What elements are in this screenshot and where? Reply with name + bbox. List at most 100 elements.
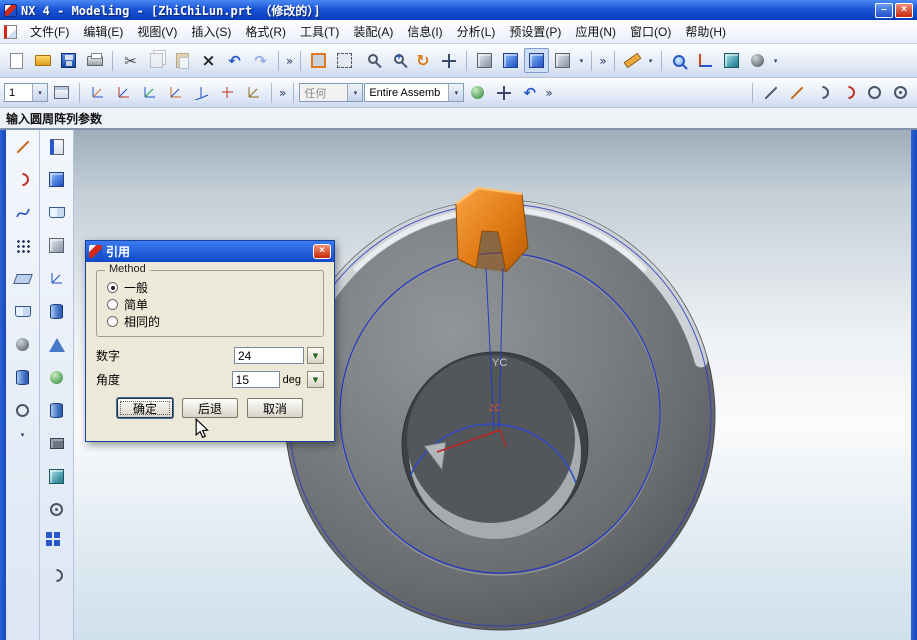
cylinder-feature-icon[interactable] bbox=[44, 299, 69, 324]
wcs-rotate-icon[interactable] bbox=[137, 80, 162, 105]
menu-file[interactable]: 文件(F) bbox=[23, 20, 76, 43]
polyline-draw-icon[interactable] bbox=[784, 80, 809, 105]
work-layer-combo[interactable]: 1▾ bbox=[4, 83, 48, 102]
menu-information[interactable]: 信息(I) bbox=[400, 20, 449, 43]
dialog-close-button[interactable]: × bbox=[313, 244, 331, 259]
delete-icon[interactable]: × bbox=[196, 48, 221, 73]
save-icon[interactable] bbox=[56, 48, 81, 73]
select-all-icon[interactable] bbox=[491, 80, 516, 105]
arc-draw-icon[interactable] bbox=[810, 80, 835, 105]
title-bar[interactable]: NX 4 - Modeling - [ZhiChiLun.prt （修改的）] … bbox=[0, 0, 917, 20]
menu-insert[interactable]: 插入(S) bbox=[184, 20, 238, 43]
fillet-draw-icon[interactable] bbox=[836, 80, 861, 105]
sphere-tool-icon[interactable] bbox=[10, 332, 35, 357]
line-tool-icon[interactable] bbox=[10, 134, 35, 159]
copy-icon[interactable] bbox=[144, 48, 169, 73]
method-option-general[interactable]: 一般 bbox=[107, 279, 313, 296]
hole-tool-icon[interactable] bbox=[10, 398, 35, 423]
ok-button[interactable]: 确定 bbox=[117, 398, 173, 418]
paste-icon[interactable] bbox=[170, 48, 195, 73]
wireframe-view-icon[interactable] bbox=[472, 48, 497, 73]
dialog-title-bar[interactable]: 引用 × bbox=[86, 241, 334, 262]
menu-edit[interactable]: 编辑(E) bbox=[76, 20, 130, 43]
circle-draw-icon[interactable] bbox=[862, 80, 887, 105]
pad-feature-icon[interactable] bbox=[44, 464, 69, 489]
angle-spin-button[interactable]: ▼ bbox=[307, 371, 324, 388]
extrude-icon[interactable] bbox=[44, 167, 69, 192]
method-option-simple[interactable]: 简单 bbox=[107, 296, 313, 313]
arc-tool-icon[interactable] bbox=[10, 167, 35, 192]
toolbar-overflow-icon[interactable]: » bbox=[284, 54, 295, 68]
line-draw-icon[interactable] bbox=[758, 80, 783, 105]
selection-filter-dropdown[interactable]: 任何▾ bbox=[299, 83, 363, 102]
menu-help[interactable]: 帮助(H) bbox=[678, 20, 733, 43]
cylinder-tool-icon[interactable] bbox=[10, 365, 35, 390]
sphere-feature-icon[interactable] bbox=[44, 365, 69, 390]
render-dropdown-arrow[interactable]: ▾ bbox=[771, 57, 781, 65]
cone-feature-icon[interactable] bbox=[44, 332, 69, 357]
menu-application[interactable]: 应用(N) bbox=[568, 20, 623, 43]
menu-window[interactable]: 窗口(O) bbox=[623, 20, 678, 43]
more-tools-arrow[interactable]: ▾ bbox=[18, 431, 28, 439]
shaded-edges-view-icon[interactable] bbox=[524, 48, 549, 73]
cancel-button[interactable]: 取消 bbox=[247, 398, 303, 418]
cut-icon[interactable]: ✂ bbox=[118, 48, 143, 73]
new-file-icon[interactable] bbox=[4, 48, 29, 73]
wcs-origin-icon[interactable] bbox=[111, 80, 136, 105]
view-dropdown-arrow[interactable]: ▾ bbox=[576, 57, 586, 65]
wcs-orient-icon[interactable] bbox=[163, 80, 188, 105]
angle-input[interactable] bbox=[232, 371, 280, 388]
number-input[interactable] bbox=[234, 347, 304, 364]
wcs-dynamics-icon[interactable] bbox=[85, 80, 110, 105]
pocket-feature-icon[interactable] bbox=[44, 431, 69, 456]
graphics-viewport[interactable]: YC ZC 引用 × Method 一般 bbox=[74, 130, 911, 640]
menu-format[interactable]: 格式(R) bbox=[238, 20, 293, 43]
spline-tool-icon[interactable] bbox=[10, 200, 35, 225]
point-constructor-icon[interactable] bbox=[215, 80, 240, 105]
number-spin-button[interactable]: ▼ bbox=[307, 347, 324, 364]
open-file-icon[interactable] bbox=[30, 48, 55, 73]
close-button[interactable]: × bbox=[895, 3, 913, 18]
undo-icon[interactable]: ↶ bbox=[222, 48, 247, 73]
magnify-region-icon[interactable] bbox=[667, 48, 692, 73]
view-overflow-icon[interactable]: » bbox=[597, 54, 608, 68]
method-option-identical[interactable]: 相同的 bbox=[107, 313, 313, 330]
zoom-in-icon[interactable] bbox=[384, 48, 409, 73]
reset-orientation-icon[interactable]: ↶ bbox=[517, 80, 542, 105]
material-view-icon[interactable] bbox=[745, 48, 770, 73]
wcs-display-icon[interactable] bbox=[241, 80, 266, 105]
layer-settings-icon[interactable] bbox=[49, 80, 74, 105]
zoom-icon[interactable] bbox=[358, 48, 383, 73]
datum-csys-icon[interactable] bbox=[44, 266, 69, 291]
pan-icon[interactable] bbox=[436, 48, 461, 73]
radio-general-icon[interactable] bbox=[107, 282, 118, 293]
zoom-window-icon[interactable] bbox=[332, 48, 357, 73]
thread-feature-icon[interactable] bbox=[44, 563, 69, 588]
menu-preferences[interactable]: 预设置(P) bbox=[502, 20, 568, 43]
minimize-button[interactable]: – bbox=[875, 3, 893, 18]
radio-simple-icon[interactable] bbox=[107, 299, 118, 310]
point-pattern-icon[interactable] bbox=[10, 233, 35, 258]
sketch-icon[interactable] bbox=[10, 299, 35, 324]
wcs-overflow-icon[interactable]: » bbox=[277, 86, 288, 100]
instance-feature-icon[interactable] bbox=[44, 530, 69, 555]
block-icon[interactable] bbox=[44, 233, 69, 258]
selection-scope-dropdown[interactable]: Entire Assemb▾ bbox=[364, 83, 464, 102]
menu-analysis[interactable]: 分析(L) bbox=[450, 20, 503, 43]
menu-view[interactable]: 视图(V) bbox=[130, 20, 184, 43]
menu-assemblies[interactable]: 装配(A) bbox=[346, 20, 400, 43]
ruler-icon[interactable] bbox=[620, 48, 645, 73]
measure-icon[interactable] bbox=[693, 48, 718, 73]
snap-point-icon[interactable] bbox=[465, 80, 490, 105]
sketchbook-icon[interactable] bbox=[44, 200, 69, 225]
section-view-icon[interactable] bbox=[719, 48, 744, 73]
datum-plane-icon[interactable] bbox=[10, 266, 35, 291]
rotate-view-icon[interactable]: ↻ bbox=[410, 48, 435, 73]
shaded-view-icon[interactable] bbox=[498, 48, 523, 73]
boss-feature-icon[interactable] bbox=[44, 398, 69, 423]
history-icon[interactable] bbox=[44, 134, 69, 159]
menu-tools[interactable]: 工具(T) bbox=[293, 20, 346, 43]
back-button[interactable]: 后退 bbox=[182, 398, 238, 418]
csys-constructor-icon[interactable] bbox=[189, 80, 214, 105]
radio-identical-icon[interactable] bbox=[107, 316, 118, 327]
